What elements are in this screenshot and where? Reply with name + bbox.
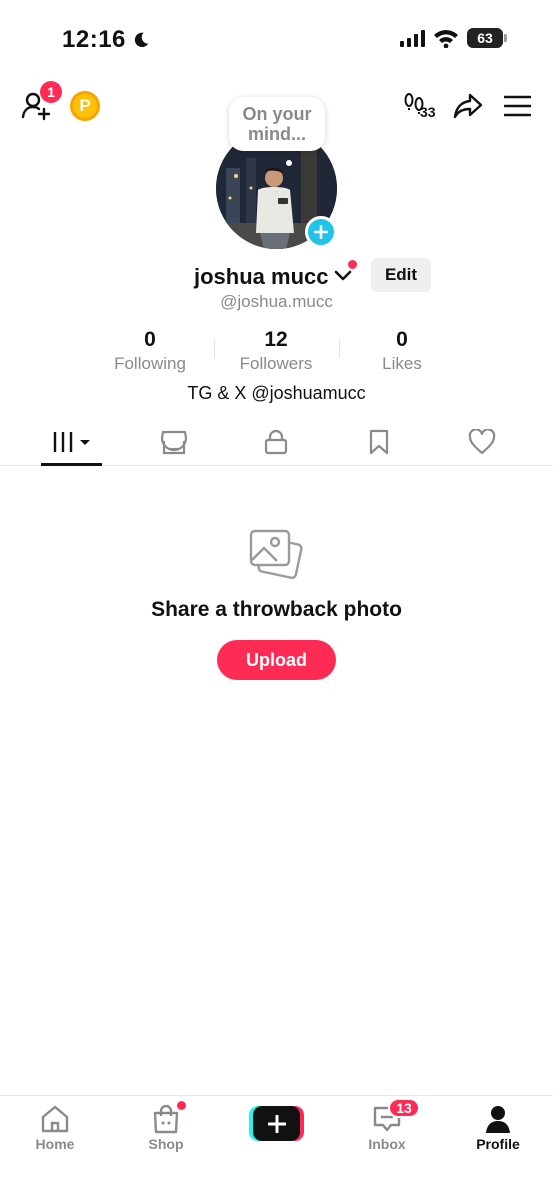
name-row: joshua mucc bbox=[0, 262, 553, 292]
profile-icon bbox=[486, 1106, 510, 1133]
nav-label: Shop bbox=[148, 1136, 184, 1152]
stat-followers[interactable]: 12 Followers bbox=[216, 328, 336, 374]
shop-icon bbox=[160, 430, 188, 455]
nav-label: Home bbox=[35, 1136, 75, 1152]
bookmark-icon bbox=[369, 429, 389, 455]
stat-divider bbox=[214, 340, 215, 358]
content-tabs bbox=[0, 420, 553, 466]
lock-icon bbox=[264, 429, 288, 455]
nav-home[interactable]: Home bbox=[10, 1104, 100, 1152]
tab-videos[interactable] bbox=[52, 428, 92, 456]
status-bar: 12:16 63 bbox=[0, 0, 553, 80]
stat-value: 0 bbox=[396, 328, 408, 351]
shop-notification-dot bbox=[177, 1101, 186, 1110]
create-button[interactable] bbox=[249, 1106, 304, 1141]
edit-profile-button[interactable]: Edit bbox=[371, 258, 431, 292]
stat-label: Following bbox=[114, 354, 186, 373]
heart-icon bbox=[468, 429, 496, 455]
plus-icon bbox=[267, 1114, 286, 1133]
battery-indicator: 63 bbox=[467, 28, 507, 48]
stat-value: 0 bbox=[144, 328, 156, 351]
shopping-bag-icon bbox=[153, 1104, 179, 1134]
home-icon bbox=[41, 1105, 69, 1133]
profile-handle: @joshua.mucc bbox=[220, 292, 333, 311]
nav-profile[interactable]: Profile bbox=[453, 1104, 543, 1152]
thought-bubble-text: On your mind... bbox=[242, 104, 312, 144]
profile-views-count: 33 bbox=[420, 104, 436, 120]
wifi-icon bbox=[434, 30, 458, 48]
profile-views-button[interactable]: 33 bbox=[404, 92, 442, 120]
nav-label: Profile bbox=[476, 1136, 520, 1152]
bottom-nav: Home Shop Inbox 13 Profile bbox=[0, 1095, 553, 1200]
upload-button[interactable]: Upload bbox=[217, 640, 336, 680]
profile-name[interactable]: joshua mucc bbox=[194, 264, 328, 290]
nav-label: Inbox bbox=[368, 1136, 406, 1152]
photos-icon bbox=[249, 529, 303, 580]
tab-liked[interactable] bbox=[466, 428, 498, 456]
stat-label: Likes bbox=[382, 354, 422, 373]
menu-icon[interactable] bbox=[504, 94, 531, 118]
add-story-button[interactable] bbox=[305, 216, 337, 248]
tab-shop[interactable] bbox=[158, 428, 190, 456]
coin-icon[interactable]: P bbox=[70, 91, 100, 121]
thought-bubble[interactable]: On your mind... bbox=[229, 97, 325, 151]
stat-divider bbox=[339, 340, 340, 358]
status-time: 12:16 bbox=[62, 26, 126, 53]
account-notification-dot bbox=[348, 260, 357, 269]
grid-icon bbox=[53, 432, 90, 452]
thought-bubble-tail bbox=[286, 160, 292, 166]
active-tab-indicator bbox=[41, 463, 102, 466]
signal-icon bbox=[400, 29, 425, 47]
stat-label: Followers bbox=[239, 354, 313, 373]
stat-following[interactable]: 0 Following bbox=[90, 328, 210, 374]
profile-bio: TG & X @joshuamucc bbox=[187, 383, 366, 403]
stat-value: 12 bbox=[264, 328, 288, 351]
plus-icon bbox=[314, 225, 328, 239]
empty-state-title: Share a throwback photo bbox=[151, 598, 402, 621]
inbox-badge: 13 bbox=[388, 1098, 420, 1118]
chevron-down-icon[interactable] bbox=[334, 270, 352, 282]
share-icon[interactable] bbox=[452, 92, 484, 120]
moon-icon bbox=[134, 32, 149, 48]
tab-private[interactable] bbox=[260, 428, 292, 456]
stat-likes[interactable]: 0 Likes bbox=[342, 328, 462, 374]
friend-requests-badge: 1 bbox=[40, 81, 62, 103]
tab-favorites[interactable] bbox=[363, 428, 395, 456]
nav-shop[interactable]: Shop bbox=[121, 1104, 211, 1152]
